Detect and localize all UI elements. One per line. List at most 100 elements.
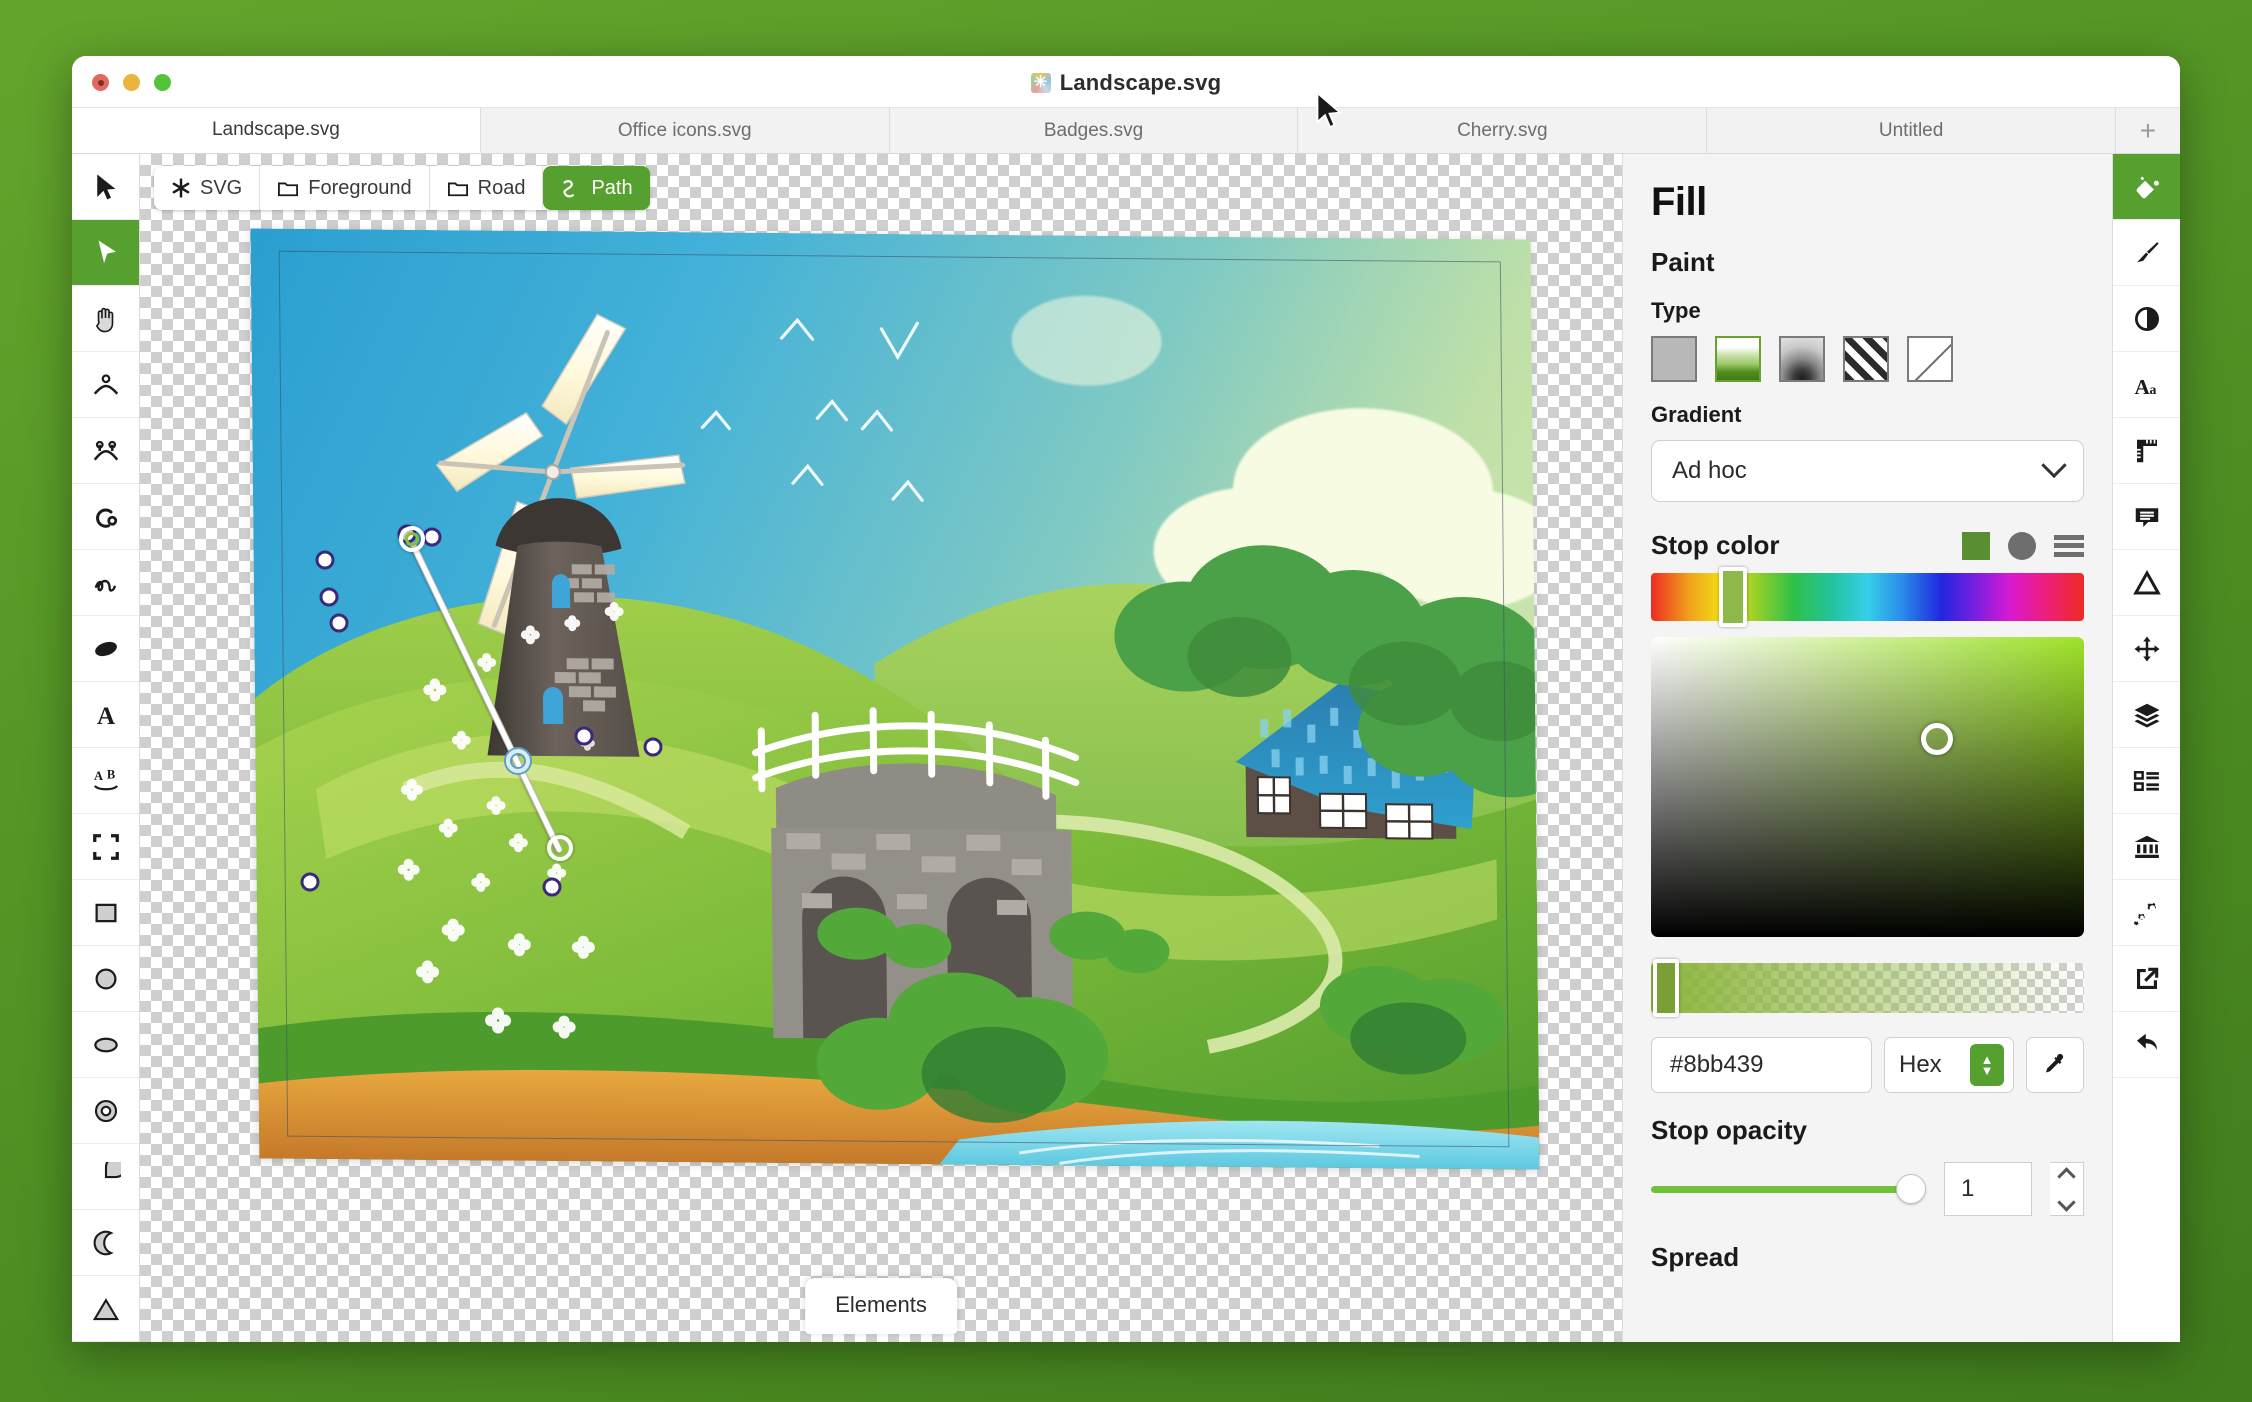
pen-tool[interactable] [72,484,139,550]
color-mode-select[interactable]: Hex ▲ ▼ [1884,1037,2014,1093]
crescent-moon-icon [93,1230,114,1255]
chevron-up-icon[interactable] [2057,1166,2076,1186]
select-tool[interactable] [72,154,139,220]
fill-panel-button[interactable] [2113,154,2180,220]
chevron-down-icon[interactable] [2057,1192,2076,1212]
eyedropper-button[interactable] [2026,1037,2084,1093]
dual-node-curve-icon [93,440,118,461]
list-lines-icon[interactable] [2054,534,2084,557]
hand-icon [95,307,113,332]
breadcrumb: SVG Foreground Road Path [154,166,650,210]
pan-tool[interactable] [72,286,139,352]
export-arrow-icon [2136,967,2158,989]
triangle-tool[interactable] [72,1276,139,1342]
folder-icon [447,182,468,197]
breadcrumb-item-path[interactable]: Path [543,166,650,210]
fill-type-none[interactable] [1907,336,1953,382]
layers-panel-button[interactable] [2113,682,2180,748]
node-tool[interactable] [72,220,139,286]
canvas-area[interactable]: SVG Foreground Road Path Elements [140,154,1622,1342]
gradient-preset-select[interactable]: Ad hoc [1651,440,2084,502]
objects-panel-button[interactable] [2113,748,2180,814]
text-on-path-tool[interactable]: AB [72,748,139,814]
tab-cherry[interactable]: Cherry.svg [1298,108,1708,153]
library-panel-button[interactable] [2113,814,2180,880]
text-ab-curve-icon: AB [93,767,118,790]
breadcrumb-label-foreground: Foreground [308,176,412,199]
circle-tool[interactable] [72,946,139,1012]
saturation-value-picker[interactable] [1651,637,2084,937]
stroke-panel-button[interactable] [2113,220,2180,286]
fill-type-flat[interactable] [1651,336,1697,382]
svg-text:A: A [93,768,102,782]
breadcrumb-label-road: Road [477,176,526,199]
contrast-circle-icon [2134,306,2159,331]
breadcrumb-item-road[interactable]: Road [430,166,544,210]
spread-label: Spread [1651,1242,1740,1272]
comments-panel-button[interactable] [2113,484,2180,550]
stop-opacity-slider[interactable] [1651,1174,1926,1204]
alpha-slider-knob[interactable] [1653,959,1679,1017]
stop-opacity-knob[interactable] [1896,1174,1926,1204]
new-tab-button[interactable]: + [2115,108,2180,153]
tab-landscape[interactable]: Landscape.svg [72,108,481,153]
opacity-panel-button[interactable] [2113,286,2180,352]
right-icon-rail: Aa [2112,154,2180,1342]
text-tool[interactable]: A [72,682,139,748]
brush-tool[interactable] [72,616,139,682]
tab-office-icons[interactable]: Office icons.svg [480,108,890,153]
green-square-icon[interactable] [1962,531,1990,560]
tab-badges[interactable]: Badges.svg [889,108,1299,153]
asterisk-icon [172,178,190,198]
hex-input[interactable]: #8bb439 [1651,1037,1872,1093]
rectangle-tool[interactable] [72,880,139,946]
freehand-tool[interactable] [72,550,139,616]
curve-path-icon [563,180,575,198]
squiggle-icon [94,579,116,592]
saturation-value-knob[interactable] [1920,723,1953,755]
svg-app-icon [1030,73,1051,93]
measure-panel-button[interactable] [2113,418,2180,484]
pie-tool[interactable] [72,1144,139,1210]
mouse-cursor [1316,92,1343,129]
single-node-tool[interactable] [72,352,139,418]
crescent-tool[interactable] [72,1210,139,1276]
hue-slider[interactable] [1651,567,2084,627]
color-value-row: #8bb439 Hex ▲ ▼ [1651,1037,2084,1093]
tab-untitled[interactable]: Untitled [1707,108,2116,153]
elements-button[interactable]: Elements [805,1278,957,1334]
ellipse-tool[interactable] [72,1012,139,1078]
fill-type-linear-gradient[interactable] [1715,336,1761,382]
hue-slider-knob[interactable] [1719,567,1747,627]
effects-panel-button[interactable] [2113,880,2180,946]
gray-circle-icon[interactable] [2008,531,2036,560]
triangle-outline-icon [2132,569,2161,594]
tab-bar: Landscape.svg Office icons.svg Badges.sv… [72,108,2180,154]
fill-type-pattern[interactable] [1843,336,1889,382]
donut-tool[interactable] [72,1078,139,1144]
stop-opacity-label: Stop opacity [1651,1115,1808,1145]
fill-inspector-panel: Fill Paint Type Gradient Ad hoc Stop col… [1622,154,2112,1342]
stop-opacity-stepper[interactable] [2050,1162,2084,1216]
color-mode-stepper[interactable]: ▲ ▼ [1970,1044,2004,1086]
fill-type-radial-gradient[interactable] [1779,336,1825,382]
layers-stack-icon [2134,703,2159,727]
window-title: Landscape.svg [72,70,2180,96]
gradient-label: Gradient [1651,402,1742,427]
breadcrumb-item-foreground[interactable]: Foreground [260,166,430,210]
export-panel-button[interactable] [2113,946,2180,1012]
paint-brush-icon [2136,241,2158,262]
shape-panel-button[interactable] [2113,550,2180,616]
artwork-canvas[interactable] [250,228,1540,1170]
triangle-icon [92,1297,119,1320]
breadcrumb-item-svg[interactable]: SVG [154,166,261,210]
transform-panel-button[interactable] [2113,616,2180,682]
dual-node-tool[interactable] [72,418,139,484]
stop-opacity-input[interactable]: 1 [1944,1162,2032,1216]
text-panel-button[interactable]: Aa [2113,352,2180,418]
crop-tool[interactable] [72,814,139,880]
alpha-slider[interactable] [1651,959,2084,1017]
history-panel-button[interactable] [2113,1012,2180,1078]
pie-icon [104,1161,121,1178]
donut-icon [94,1099,117,1122]
